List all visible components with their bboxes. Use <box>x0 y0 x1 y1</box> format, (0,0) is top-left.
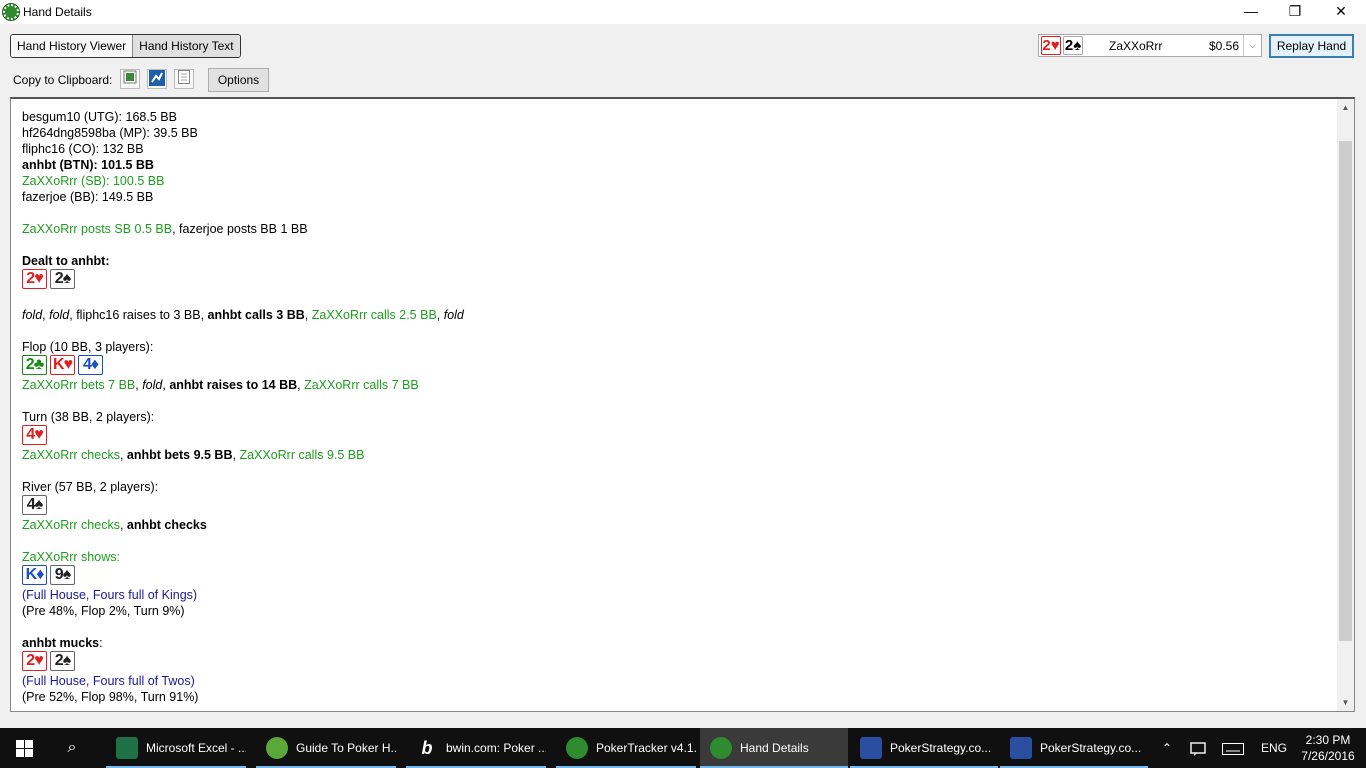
pokerstrategy-icon <box>860 737 882 759</box>
blinds-line: ZaXXoRrr posts SB 0.5 BB, fazerjoe posts… <box>22 222 308 236</box>
river-header: River (57 BB, 2 players): <box>22 480 159 494</box>
flop-header: Flop (10 BB, 3 players): <box>22 340 154 354</box>
windows-start-icon[interactable] <box>0 728 48 768</box>
scroll-up-icon[interactable]: ▲ <box>1337 99 1354 116</box>
turn-cards: 4♥ <box>22 425 1322 446</box>
card: 2♥ <box>1041 36 1061 55</box>
excel-icon <box>116 737 138 759</box>
showdown-hand: (Full House, Fours full of Kings) <box>22 588 198 602</box>
seat-line: fazerjoe (BB): 149.5 BB <box>22 190 154 204</box>
language-indicator[interactable]: ENG <box>1261 728 1289 768</box>
minimize-button[interactable]: — <box>1228 0 1274 24</box>
scrollbar-thumb[interactable] <box>1339 141 1352 641</box>
taskbar-item-pokerstrategy[interactable]: PokerStrategy.co... <box>850 728 998 768</box>
player-select[interactable]: 2♥ 2♠ ZaXXoRrr $0.56 ⌵ <box>1038 34 1262 57</box>
player-cards: 2♥ 2♠ <box>1041 36 1083 55</box>
card: K♦ <box>22 565 47 585</box>
browser-icon <box>266 737 288 759</box>
showdown-cards: K♦ 9♠ <box>22 565 1322 586</box>
seat-line-hero: anhbt (BTN): 101.5 BB <box>22 158 154 172</box>
chevron-down-icon[interactable]: ⌵ <box>1243 35 1261 56</box>
maximize-button[interactable]: ❐ <box>1272 0 1318 24</box>
copy-pokerstrategy-icon[interactable] <box>147 69 167 89</box>
hand-history-text-panel[interactable]: besgum10 (UTG): 168.5 BB hf264dng8598ba … <box>10 97 1355 712</box>
title-bar: Hand Details — ❐ ✕ <box>0 0 1366 24</box>
tab-hand-history-viewer[interactable]: Hand History Viewer <box>11 35 133 57</box>
muck-label: anhbt mucks: <box>22 636 103 650</box>
chevron-up-icon[interactable]: ⌃ <box>1158 728 1176 768</box>
card: K♥ <box>50 355 75 375</box>
card: 4♥ <box>22 425 47 445</box>
poker-chip-icon <box>710 737 732 759</box>
showdown-equity: (Pre 48%, Flop 2%, Turn 9%) <box>22 604 185 618</box>
muck-hand: (Full House, Fours full of Twos) <box>22 674 195 688</box>
turn-header: Turn (38 BB, 2 players): <box>22 410 155 424</box>
copy-to-clipboard-label: Copy to Clipboard: <box>13 73 113 87</box>
hand-history-text: besgum10 (UTG): 168.5 BB hf264dng8598ba … <box>22 109 1322 705</box>
replay-hand-button[interactable]: Replay Hand <box>1269 34 1354 58</box>
search-icon[interactable]: ⌕ <box>48 728 96 768</box>
taskbar-item-pokerstrategy[interactable]: PokerStrategy.co... <box>1000 728 1148 768</box>
taskbar-item-excel[interactable]: Microsoft Excel - ... <box>106 728 246 768</box>
muck-equity: (Pre 52%, Flop 98%, Turn 91%) <box>22 690 199 704</box>
clipboard-toolbar: Copy to Clipboard: Options <box>0 64 1366 96</box>
scroll-down-icon[interactable]: ▼ <box>1337 694 1354 711</box>
card: 2♥ <box>22 651 47 671</box>
turn-actions: ZaXXoRrr checks, anhbt bets 9.5 BB, ZaXX… <box>22 448 365 462</box>
card: 2♠ <box>50 269 75 289</box>
copy-text-icon[interactable] <box>174 69 194 89</box>
muck-cards: 2♥ 2♠ <box>22 651 1322 672</box>
card: 4♠ <box>22 495 47 515</box>
tab-hand-history-text[interactable]: Hand History Text <box>132 35 240 57</box>
dealt-label: Dealt to anhbt: <box>22 254 110 268</box>
card: 2♠ <box>1063 36 1083 55</box>
player-name: ZaXXoRrr <box>1109 39 1163 53</box>
card: 2♣ <box>22 355 47 375</box>
clock-date: 7/26/2016 <box>1301 749 1355 763</box>
clock-time: 2:30 PM <box>1305 733 1351 747</box>
bwin-icon: b <box>421 738 433 758</box>
top-toolbar: Hand History Viewer Hand History Text 2♥… <box>0 24 1366 64</box>
poker-chip-icon <box>566 737 588 759</box>
view-tabs: Hand History Viewer Hand History Text <box>10 34 241 58</box>
taskbar: ⌕ Microsoft Excel - ... Guide To Poker H… <box>0 728 1366 768</box>
hole-cards: 2♥ 2♠ <box>22 269 1322 290</box>
seat-line: besgum10 (UTG): 168.5 BB <box>22 110 177 124</box>
taskbar-item-guide[interactable]: Guide To Poker H... <box>256 728 396 768</box>
vertical-scrollbar[interactable]: ▲ ▼ <box>1337 99 1354 711</box>
river-actions: ZaXXoRrr checks, anhbt checks <box>22 518 207 532</box>
pokerstrategy-icon <box>1010 737 1032 759</box>
clock[interactable]: 2:30 PM 7/26/2016 <box>1296 732 1360 764</box>
preflop-actions: fold, fold, fliphc16 raises to 3 BB, anh… <box>22 308 464 322</box>
showdown-label: ZaXXoRrr shows: <box>22 550 120 564</box>
river-cards: 4♠ <box>22 495 1322 516</box>
flop-cards: 2♣ K♥ 4♦ <box>22 355 1322 376</box>
seat-line-villain: ZaXXoRrr (SB): 100.5 BB <box>22 174 165 188</box>
keyboard-icon[interactable] <box>1222 728 1248 768</box>
options-button[interactable]: Options <box>208 68 269 92</box>
taskbar-item-bwin[interactable]: b bwin.com: Poker ... <box>406 728 546 768</box>
card: 4♦ <box>78 355 103 375</box>
close-button[interactable]: ✕ <box>1318 0 1364 24</box>
card: 2♠ <box>50 651 75 671</box>
copy-forum-icon[interactable] <box>120 69 140 89</box>
seat-line: fliphc16 (CO): 132 BB <box>22 142 144 156</box>
taskbar-item-pokertracker[interactable]: PokerTracker v4.1... <box>556 728 696 768</box>
notification-icon[interactable] <box>1190 728 1210 768</box>
card: 9♠ <box>50 565 75 585</box>
taskbar-item-hand-details[interactable]: Hand Details <box>700 728 848 768</box>
window-title: Hand Details <box>23 5 92 19</box>
player-amount: $0.56 <box>1208 39 1239 53</box>
seat-line: hf264dng8598ba (MP): 39.5 BB <box>22 126 198 140</box>
poker-chip-icon <box>3 4 19 20</box>
card: 2♥ <box>22 269 47 289</box>
flop-actions: ZaXXoRrr bets 7 BB, fold, anhbt raises t… <box>22 378 419 392</box>
